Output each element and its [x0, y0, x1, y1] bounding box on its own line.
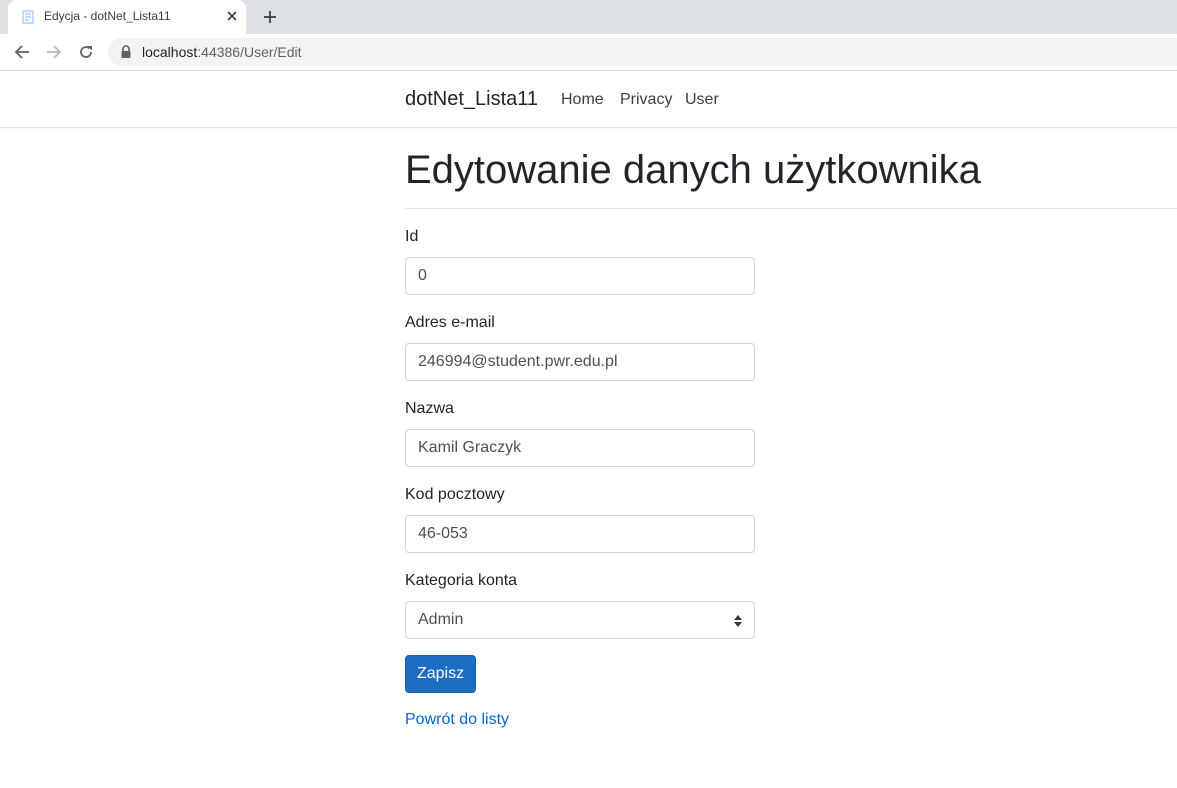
browser-tabstrip: Edycja - dotNet_Lista11 [0, 0, 1177, 34]
arrow-right-icon[interactable] [42, 40, 66, 64]
select-arrows-icon [734, 614, 742, 628]
account-category-select[interactable]: Admin [405, 601, 755, 639]
address-bar[interactable]: localhost:44386/User/Edit [108, 38, 1177, 66]
postal-code-field[interactable] [405, 515, 755, 553]
page-title: Edytowanie danych użytkownika [405, 148, 981, 192]
nav-link-home[interactable]: Home [561, 91, 604, 109]
document-favicon-icon [21, 10, 35, 24]
divider [405, 208, 1177, 209]
id-field[interactable] [405, 257, 755, 295]
nav-link-privacy[interactable]: Privacy [620, 91, 672, 109]
url-text: localhost:44386/User/Edit [142, 44, 302, 60]
navbar-brand[interactable]: dotNet_Lista11 [405, 88, 538, 111]
account-category-select-box[interactable]: Admin [405, 601, 755, 639]
save-button[interactable]: Zapisz [405, 655, 476, 693]
id-label: Id [405, 228, 419, 245]
lock-icon [120, 45, 132, 59]
browser-toolbar: localhost:44386/User/Edit [0, 34, 1177, 71]
account-category-value: Admin [418, 611, 464, 628]
email-label: Adres e-mail [405, 314, 495, 331]
account-category-label: Kategoria konta [405, 572, 518, 589]
back-to-list-link[interactable]: Powrót do listy [405, 711, 509, 729]
email-field[interactable] [405, 343, 755, 381]
tab-title: Edycja - dotNet_Lista11 [44, 9, 171, 23]
browser-tab[interactable]: Edycja - dotNet_Lista11 [8, 0, 246, 34]
reload-icon[interactable] [74, 40, 98, 64]
name-label: Nazwa [405, 400, 454, 417]
plus-icon[interactable] [258, 5, 282, 29]
postal-code-label: Kod pocztowy [405, 486, 505, 503]
arrow-left-icon[interactable] [10, 40, 34, 64]
name-field[interactable] [405, 429, 755, 467]
nav-link-user[interactable]: User [685, 91, 719, 109]
close-icon[interactable] [224, 8, 240, 24]
site-navbar: dotNet_Lista11 Home Privacy User [0, 71, 1177, 128]
